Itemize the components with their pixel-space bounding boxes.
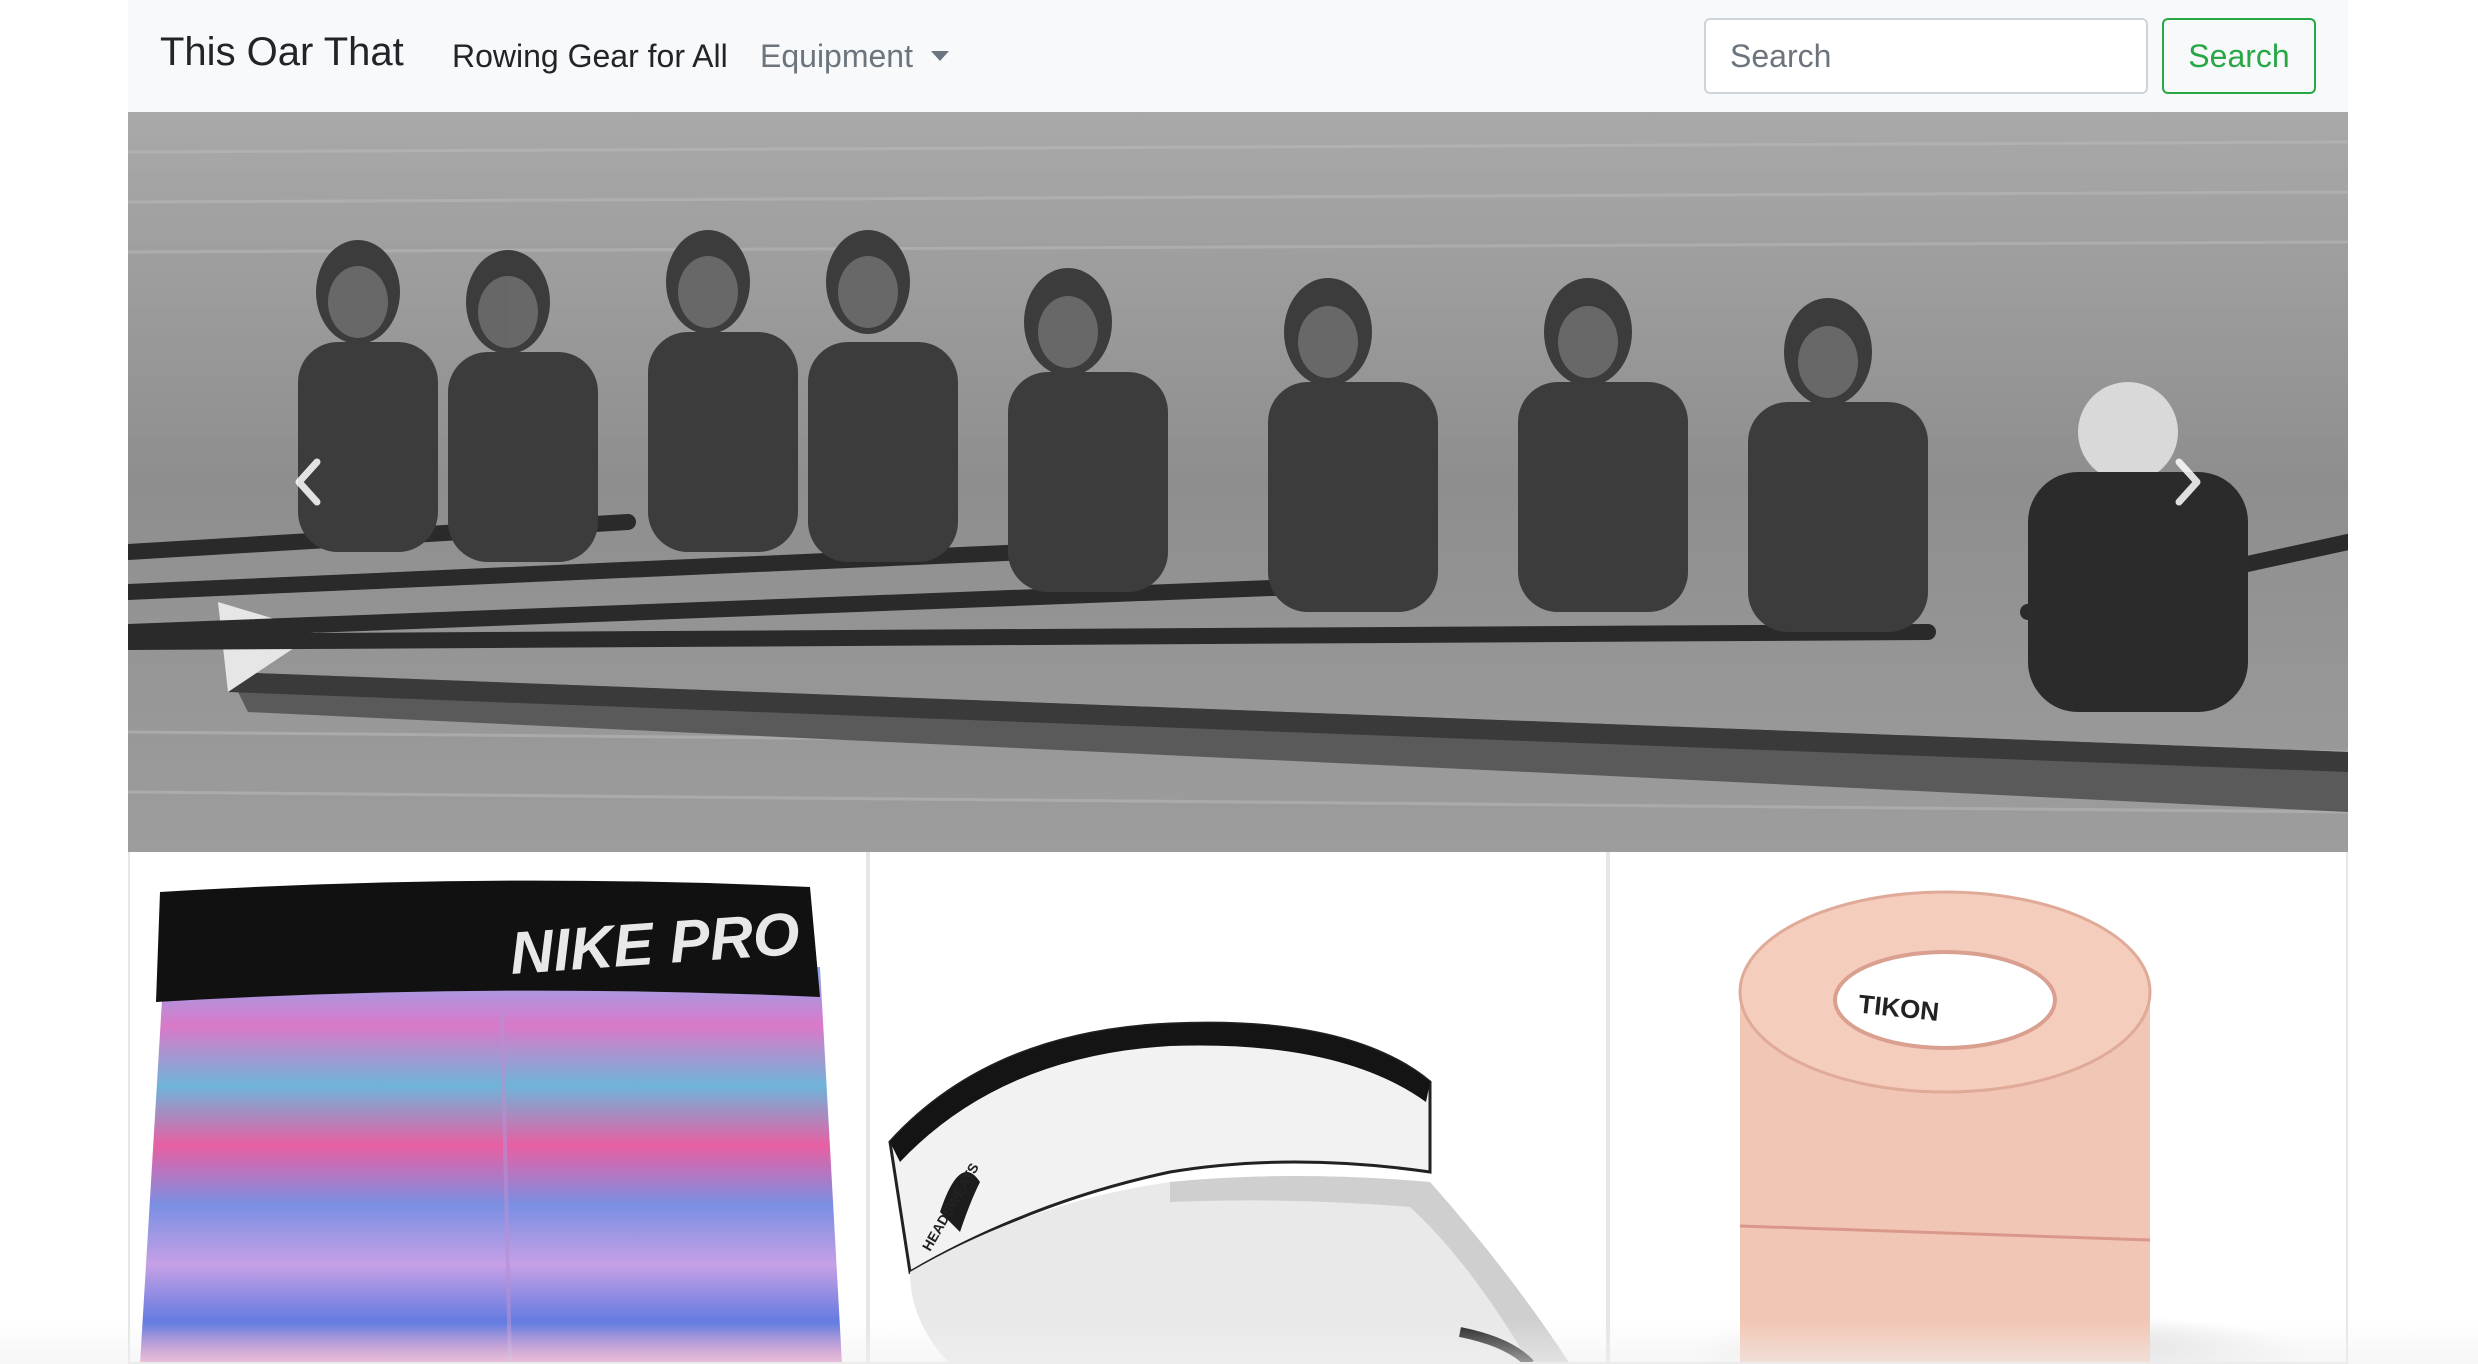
nav-dropdown-label: Equipment (760, 38, 913, 74)
navbar: This Oar That Rowing Gear for All Equipm… (128, 0, 2348, 112)
hero-carousel (128, 112, 2348, 852)
athletic-tape-photo: TIKON (1690, 890, 2310, 1362)
chevron-right-icon (2175, 458, 2201, 506)
product-grid: NIKE PRO HEADSWEATS TIKON (128, 852, 2348, 1364)
chevron-left-icon (295, 458, 321, 506)
white-visor-photo: HEADSWEATS (888, 1021, 1569, 1362)
nav-link-rowing-gear[interactable]: Rowing Gear for All (452, 38, 728, 75)
page-container: This Oar That Rowing Gear for All Equipm… (128, 0, 2348, 1364)
search-input[interactable] (1704, 18, 2148, 94)
search-button[interactable]: Search (2162, 18, 2316, 94)
nav-dropdown-equipment[interactable]: Equipment (760, 38, 949, 75)
product-card[interactable]: HEADSWEATS (868, 852, 1608, 1364)
product-card[interactable]: TIKON (1608, 852, 2348, 1364)
carousel-next-button[interactable] (2158, 442, 2218, 522)
rowing-crew-photo (128, 112, 2348, 852)
carousel-prev-button[interactable] (278, 442, 338, 522)
compression-shorts-photo: NIKE PRO (140, 880, 842, 1362)
caret-down-icon (930, 50, 949, 61)
brand-link[interactable]: This Oar That (160, 30, 404, 75)
product-card[interactable]: NIKE PRO (128, 852, 868, 1364)
